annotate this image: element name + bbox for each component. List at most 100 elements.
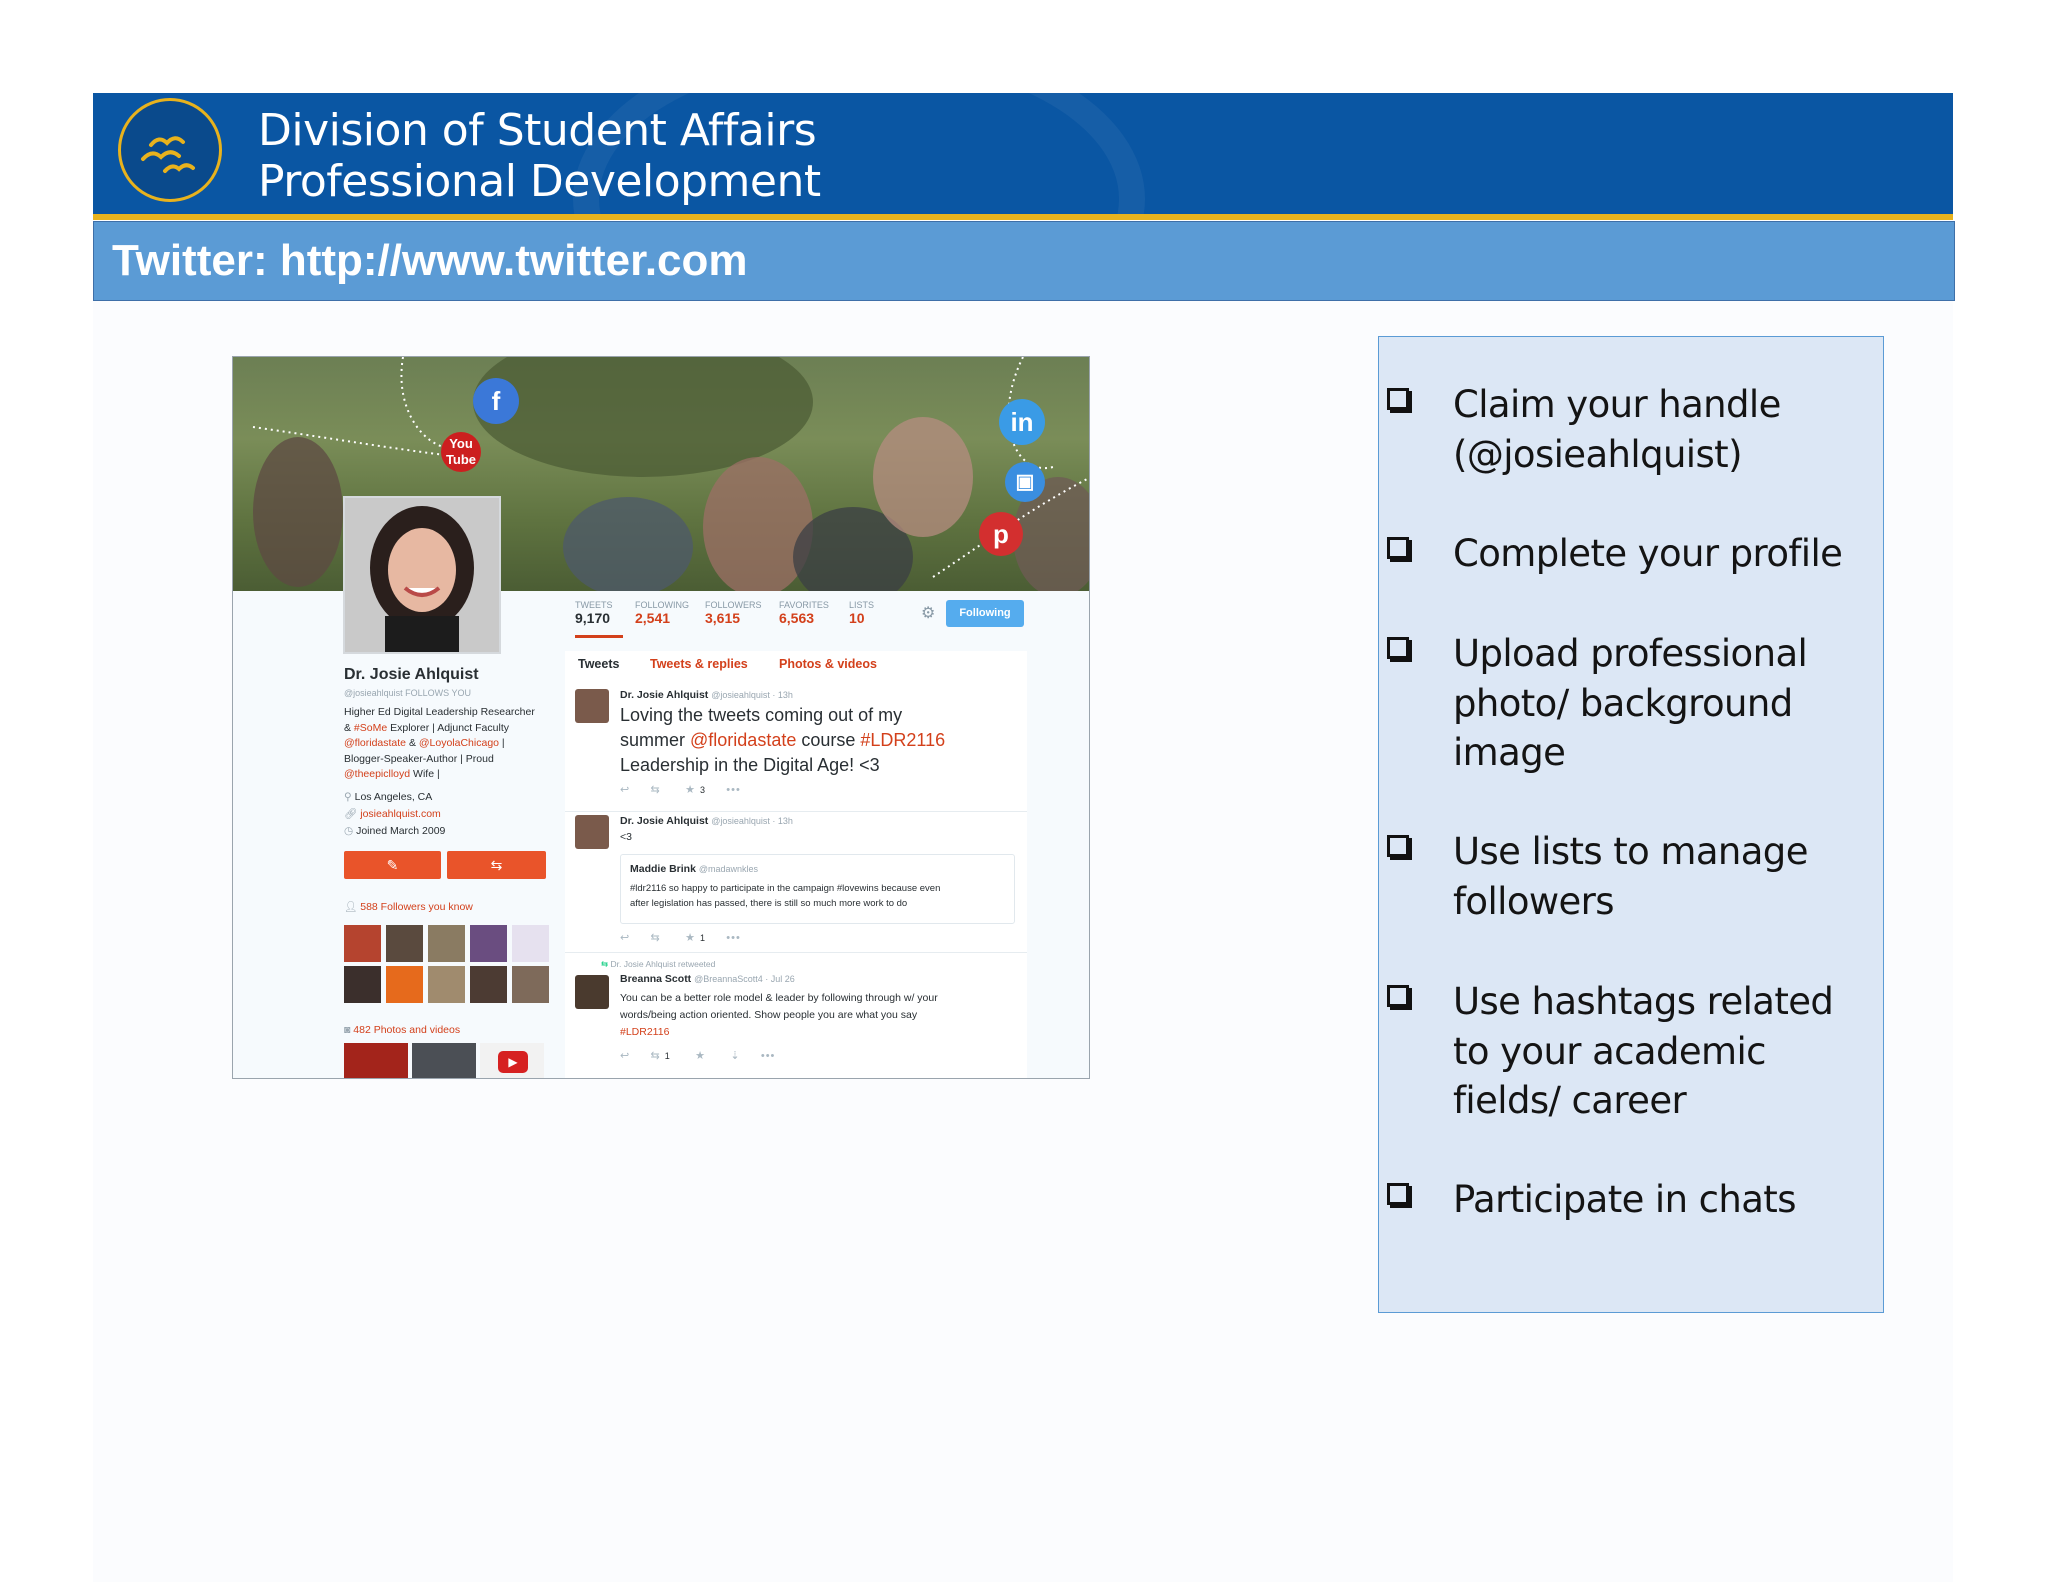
retweet-context: ⇆ Dr. Josie Ahlquist retweeted <box>601 959 715 970</box>
media-thumb[interactable] <box>412 1043 476 1078</box>
youtube-icon: You Tube <box>441 432 481 472</box>
photos-videos-link[interactable]: ◙ 482 Photos and videos <box>344 1023 460 1039</box>
message-button[interactable]: ⇆ <box>447 851 546 879</box>
tweet-author[interactable]: Dr. Josie Ahlquist <box>620 815 708 827</box>
play-icon: ▶ <box>498 1051 528 1073</box>
facebook-icon: f <box>473 378 519 424</box>
follower-avatar[interactable] <box>386 925 423 962</box>
tweet-mention[interactable]: @floridastate <box>690 730 796 750</box>
tab-tweets-replies[interactable]: Tweets & replies <box>650 657 748 671</box>
tweet-line: words/being action oriented. Show people… <box>620 1009 918 1021</box>
stat-value: 2,541 <box>635 610 671 626</box>
favorite-icon[interactable]: ★ <box>685 784 696 796</box>
favorite-icon[interactable]: ★ <box>695 1050 706 1062</box>
follower-avatar[interactable] <box>470 966 507 1003</box>
reply-icon[interactable]: ↩ <box>620 784 630 796</box>
favorite-icon[interactable]: ★ <box>685 932 696 944</box>
profile-name[interactable]: Dr. Josie Ahlquist <box>344 666 479 684</box>
location-pin-icon: ⚲ <box>344 791 355 803</box>
retweet-icon[interactable]: ⇆ <box>651 784 661 796</box>
tab-photos-videos[interactable]: Photos & videos <box>779 657 877 671</box>
follower-avatar[interactable] <box>470 925 507 962</box>
bio-line: Blogger-Speaker-Author | Proud <box>344 752 494 765</box>
retweet-icon[interactable]: ⇆ <box>651 1050 661 1062</box>
follower-avatar[interactable] <box>428 925 465 962</box>
checklist-text: Participate in chats <box>1453 1178 1796 1221</box>
more-icon[interactable]: ••• <box>761 1050 776 1062</box>
stat-tweets[interactable]: TWEETS 9,170 <box>575 600 613 626</box>
stat-label: FOLLOWING <box>635 600 690 610</box>
follower-avatar[interactable] <box>344 966 381 1003</box>
follower-avatar[interactable] <box>512 966 549 1003</box>
tweet-to-button[interactable]: ✎ <box>344 851 441 879</box>
reply-icon[interactable]: ↩ <box>620 932 630 944</box>
follower-avatar[interactable] <box>512 925 549 962</box>
download-icon[interactable]: ⇣ <box>730 1050 740 1062</box>
stat-label: FAVORITES <box>779 600 829 610</box>
tweet-author[interactable]: Breanna Scott <box>620 973 691 985</box>
media-thumb[interactable]: ▶ <box>480 1043 544 1078</box>
bio-mention[interactable]: @floridastate <box>344 737 406 749</box>
location-text: Los Angeles, CA <box>354 791 433 803</box>
media-thumb[interactable] <box>344 1043 408 1078</box>
stat-followers[interactable]: FOLLOWERS 3,615 <box>705 600 762 626</box>
media-grid: ▶ <box>344 1043 544 1078</box>
tweet-avatar[interactable] <box>575 689 609 723</box>
quoted-text: #ldr2116 so happy to participate in the … <box>630 881 940 911</box>
header-title-line1: Division of Student Affairs <box>258 105 817 156</box>
reply-icon[interactable]: ↩ <box>620 1050 630 1062</box>
follower-avatar[interactable] <box>386 966 423 1003</box>
follower-avatar[interactable] <box>428 966 465 1003</box>
profile-handle: @josieahlquist FOLLOWS YOU <box>344 688 472 698</box>
twitter-profile-screenshot: f You Tube in ▣ p TWEETS 9,170 FOLLOWING … <box>232 356 1090 1079</box>
followers-you-know-link[interactable]: 👤︎ 588 Followers you know <box>344 900 473 916</box>
favorite-count: 3 <box>700 785 707 795</box>
profile-website[interactable]: 🔗︎ josieahlquist.com <box>344 807 441 823</box>
tweet-hashtag[interactable]: #LDR2116 <box>620 1024 1020 1041</box>
quoted-line: #ldr2116 so happy to participate in the … <box>630 883 941 894</box>
stat-lists[interactable]: LISTS 10 <box>849 600 874 626</box>
quoted-header: Maddie Brink @madawnkles <box>630 863 758 875</box>
tweet-hashtag[interactable]: #LDR2116 <box>860 730 945 750</box>
tweet-avatar[interactable] <box>575 975 609 1009</box>
more-icon[interactable]: ••• <box>726 784 741 796</box>
stat-label: TWEETS <box>575 600 613 610</box>
joined-text: Joined March 2009 <box>356 825 446 837</box>
profile-bio: Higher Ed Digital Leadership Researcher … <box>344 705 564 783</box>
tweet-header: Dr. Josie Ahlquist @josieahlquist · 13h <box>620 815 793 827</box>
tweet-author[interactable]: Dr. Josie Ahlquist <box>620 689 708 701</box>
stat-following[interactable]: FOLLOWING 2,541 <box>635 600 689 626</box>
tweet-actions: ↩ ⇆ 1 ★ ⇣ ••• <box>620 1049 775 1062</box>
checkbox-icon <box>1387 537 1409 559</box>
stat-value: 3,615 <box>705 610 741 626</box>
bio-hashtag[interactable]: #SoMe <box>354 722 387 734</box>
photos-videos-text[interactable]: 482 Photos and videos <box>353 1024 460 1036</box>
retweet-icon[interactable]: ⇆ <box>651 932 661 944</box>
followers-you-know-text[interactable]: 588 Followers you know <box>360 901 473 913</box>
tab-tweets[interactable]: Tweets <box>578 657 619 671</box>
tweet-text: <3 <box>620 831 632 843</box>
tweet-text: Loving the tweets coming out of my summe… <box>620 703 1020 778</box>
stat-favorites[interactable]: FAVORITES 6,563 <box>779 600 829 626</box>
profile-joined: ◷ Joined March 2009 <box>344 824 445 840</box>
stat-value: 9,170 <box>575 610 611 626</box>
checkbox-icon <box>1387 835 1409 857</box>
tweet-meta: @BreannaScott4 · Jul 26 <box>694 974 795 984</box>
website-link[interactable]: josieahlquist.com <box>360 808 441 820</box>
checklist-text: Complete your profile <box>1453 532 1843 575</box>
gear-icon[interactable]: ⚙ <box>921 603 935 623</box>
tweet-meta: @josieahlquist · 13h <box>711 816 793 826</box>
tweet-avatar[interactable] <box>575 815 609 849</box>
quoted-author[interactable]: Maddie Brink <box>630 863 696 875</box>
tweet-actions: ↩ ⇆ ★ 1 ••• <box>620 931 741 944</box>
header-title: Division of Student Affairs Professional… <box>258 105 821 207</box>
tweet-text: You can be a better role model & leader … <box>620 990 1020 1041</box>
follower-avatar[interactable] <box>344 925 381 962</box>
following-button[interactable]: Following <box>946 600 1024 627</box>
more-icon[interactable]: ••• <box>726 932 741 944</box>
bio-mention[interactable]: @LoyolaChicago <box>419 737 499 749</box>
profile-avatar[interactable] <box>343 496 501 654</box>
bio-mention[interactable]: @theepicllоyd <box>344 768 410 780</box>
stat-label: LISTS <box>849 600 875 610</box>
checkbox-icon <box>1387 1183 1409 1205</box>
